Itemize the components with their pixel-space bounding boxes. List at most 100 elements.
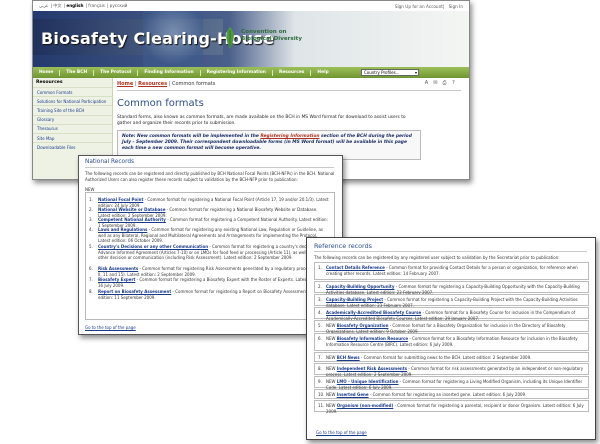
breadcrumb-home[interactable]: Home	[117, 81, 133, 87]
national-records-title: National Records	[85, 159, 135, 165]
intro-text: Standard forms, also known as common for…	[117, 115, 406, 126]
record-format-link[interactable]: Inserted Gene	[337, 392, 369, 397]
new-badge: NEW	[326, 336, 337, 341]
country-profiles-select[interactable]: Country Profiles... ▾	[361, 69, 419, 76]
country-select-value: Country Profiles...	[364, 70, 400, 75]
help-icon[interactable]: ?	[450, 80, 457, 87]
record-format-link[interactable]: LMO - Unique Identification	[337, 379, 399, 384]
reference-records-window: Reference records The following records …	[306, 237, 596, 440]
registering-information-link[interactable]: Registering Information	[260, 134, 319, 139]
record-format-link[interactable]: National Focal Point	[98, 197, 143, 202]
record-format-link[interactable]: Risk Assessments	[98, 266, 138, 271]
record-format-link[interactable]: Biosafety Information Resource	[337, 336, 408, 341]
item-number: 5.	[318, 323, 322, 328]
national-records-window: National Records The following records c…	[78, 155, 343, 335]
sidebar-item-common-formats[interactable]: Common Formats	[33, 87, 112, 96]
lang-french[interactable]: français	[88, 3, 105, 8]
item-number: 10.	[318, 392, 325, 397]
divider	[85, 167, 334, 168]
new-badge: NEW	[326, 403, 337, 408]
lang-arabic[interactable]: عربي	[39, 3, 48, 8]
list-item: 1. Contact Details Reference - Common for…	[314, 262, 589, 280]
sidebar-item-national-participation[interactable]: Solutions for National Participation	[33, 96, 112, 105]
reference-records-intro: The following records can be registered …	[314, 255, 560, 260]
note-prefix: Note: New common formats will be impleme…	[122, 134, 261, 139]
sign-up-link[interactable]: Sign Up for an Account	[395, 4, 443, 9]
nav-home[interactable]: Home	[39, 70, 53, 75]
nav-divider	[137, 69, 139, 76]
sidebar-item-downloadable-files[interactable]: Downloadable Files	[33, 142, 112, 151]
lang-chinese[interactable]: 中文	[53, 3, 61, 8]
email-icon[interactable]: ✉	[432, 80, 439, 87]
sidebar-item-thesaurus[interactable]: Thesaurus	[33, 123, 112, 133]
sidebar-item-training-site[interactable]: Training Site of the BCH	[33, 105, 112, 114]
screenshot-collage: عربي | 中文 | english | français | русский Sig…	[0, 0, 600, 444]
sidebar-item-site-map[interactable]: Site Map	[33, 132, 112, 142]
list-item: 4. Academically-Accredited Biosafety Cour…	[314, 307, 589, 321]
record-format-link[interactable]: Laws and Regulations	[98, 227, 147, 232]
nav-divider	[93, 69, 95, 76]
item-number: 3.	[89, 217, 93, 222]
divider	[117, 90, 461, 91]
breadcrumb-resources[interactable]: Resources	[138, 81, 167, 87]
print-icon[interactable]: ⎙	[441, 80, 448, 87]
record-format-link[interactable]: Capacity-Building Opportunity	[326, 284, 394, 289]
main-nav: Home The BCH The Protocol Finding Inform…	[33, 67, 469, 78]
item-number: 7.	[318, 355, 322, 360]
new-badge: NEW	[326, 355, 337, 360]
nav-registering-information[interactable]: Registering Information	[207, 70, 266, 75]
nav-the-bch[interactable]: The BCH	[66, 70, 87, 75]
record-format-link[interactable]: Academically-Accredited Biosafety Course	[326, 310, 421, 315]
breadcrumb-separator: |	[168, 81, 171, 87]
record-format-link[interactable]: Organism (non-modified)	[337, 403, 394, 408]
record-format-link[interactable]: National Website or Database	[98, 207, 165, 212]
item-description: Contact Details Reference - Common forma…	[326, 265, 584, 276]
language-switcher: عربي | 中文 | english | français | русский	[39, 3, 128, 8]
item-description: Report on Biosafety Assessment - Common …	[98, 289, 330, 300]
cbd-logo-text: Convention on Biological Diversity	[241, 29, 302, 42]
nav-resources[interactable]: Resources	[279, 70, 304, 75]
nav-the-protocol[interactable]: The Protocol	[100, 70, 131, 75]
record-format-link[interactable]: Capacity-Building Project	[326, 297, 383, 302]
item-description: NEW Inserted Gene - Common format for re…	[326, 392, 584, 398]
back-to-top-link[interactable]: Go to the top of the page	[85, 325, 136, 330]
list-item: 8. NEW Independent Risk Assessments - Com…	[314, 363, 589, 377]
item-number: 6.	[318, 336, 322, 341]
new-badge: NEW	[326, 366, 337, 371]
lang-russian[interactable]: русский	[110, 3, 128, 8]
item-number: 8.	[89, 289, 93, 294]
nav-divider	[310, 69, 312, 76]
nav-divider	[59, 69, 61, 76]
record-format-link[interactable]: Contact Details Reference	[326, 265, 385, 270]
list-item: 10. NEW Inserted Gene - Common format for…	[314, 389, 589, 399]
site-title[interactable]: Biosafety Clearing-House	[41, 29, 274, 48]
record-format-desc: - Common format for submitting news to t…	[359, 355, 532, 360]
new-badge: NEW	[326, 392, 337, 397]
sign-in-link[interactable]: Sign In	[449, 4, 463, 9]
text-size-icon[interactable]: A	[423, 80, 430, 87]
page-title: Common formats	[117, 98, 204, 109]
breadcrumb: Home | Resources | Common formats	[117, 81, 215, 87]
item-number: 4.	[318, 310, 322, 315]
nav-finding-information[interactable]: Finding Information	[144, 70, 193, 75]
back-to-top-link[interactable]: Go to the top of the page	[316, 430, 367, 435]
list-item: 5. NEW Biosafety Organization - Common fo…	[314, 320, 589, 334]
record-format-link[interactable]: BCH News	[337, 355, 360, 360]
lang-english[interactable]: english	[66, 3, 83, 8]
record-format-link[interactable]: Country's Decisions or any other Communi…	[98, 244, 208, 249]
record-format-link[interactable]: Report on Biosafety Assessment	[98, 289, 171, 294]
item-number: 1.	[89, 197, 93, 202]
item-number: 5.	[89, 244, 93, 249]
chevron-down-icon: ▾	[414, 70, 417, 75]
record-format-link[interactable]: Independent Risk Assessments	[337, 366, 407, 371]
breadcrumb-current: Common formats	[172, 81, 216, 87]
record-format-link[interactable]: Competent National Authority	[98, 217, 166, 222]
record-format-link[interactable]: Biosafety Organization	[337, 323, 389, 328]
list-item: 7. NEW BCH News - Common format for submi…	[314, 352, 589, 362]
item-number: 11.	[318, 403, 325, 408]
item-description: NEW BCH News - Common format for submitt…	[326, 355, 584, 361]
sidebar-item-glossary[interactable]: Glossary	[33, 114, 112, 124]
record-format-link[interactable]: Biosafety Expert	[98, 277, 135, 282]
nav-help[interactable]: Help	[317, 70, 328, 75]
item-description: Laws and Regulations - Common format for…	[98, 227, 330, 244]
